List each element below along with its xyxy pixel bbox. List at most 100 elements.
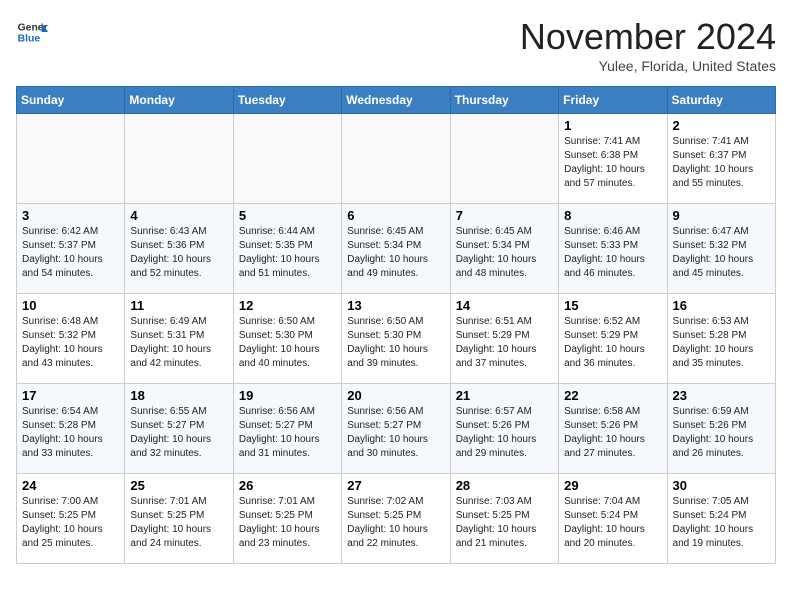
- calendar-cell: 2 Sunrise: 7:41 AM Sunset: 6:37 PM Daylig…: [667, 114, 775, 204]
- calendar-cell: [125, 114, 233, 204]
- calendar-table: SundayMondayTuesdayWednesdayThursdayFrid…: [16, 86, 776, 564]
- week-row-2: 3 Sunrise: 6:42 AM Sunset: 5:37 PM Daylig…: [17, 204, 776, 294]
- calendar-cell: 25 Sunrise: 7:01 AM Sunset: 5:25 PM Dayli…: [125, 474, 233, 564]
- cell-info: Sunrise: 6:57 AM Sunset: 5:26 PM Dayligh…: [456, 405, 553, 461]
- cell-info: Sunrise: 6:48 AM Sunset: 5:32 PM Dayligh…: [22, 315, 119, 371]
- calendar-cell: 26 Sunrise: 7:01 AM Sunset: 5:25 PM Dayli…: [233, 474, 341, 564]
- col-header-sunday: Sunday: [17, 87, 125, 114]
- cell-info: Sunrise: 6:52 AM Sunset: 5:29 PM Dayligh…: [564, 315, 661, 371]
- calendar-cell: [450, 114, 558, 204]
- day-number: 5: [239, 208, 336, 223]
- cell-info: Sunrise: 6:49 AM Sunset: 5:31 PM Dayligh…: [130, 315, 227, 371]
- day-number: 20: [347, 388, 444, 403]
- calendar-cell: 3 Sunrise: 6:42 AM Sunset: 5:37 PM Daylig…: [17, 204, 125, 294]
- day-number: 7: [456, 208, 553, 223]
- calendar-cell: 4 Sunrise: 6:43 AM Sunset: 5:36 PM Daylig…: [125, 204, 233, 294]
- calendar-cell: 30 Sunrise: 7:05 AM Sunset: 5:24 PM Dayli…: [667, 474, 775, 564]
- day-number: 18: [130, 388, 227, 403]
- calendar-cell: 13Sunrise: 6:50 AM Sunset: 5:30 PM Dayli…: [342, 294, 450, 384]
- cell-info: Sunrise: 7:04 AM Sunset: 5:24 PM Dayligh…: [564, 495, 661, 551]
- week-row-3: 10 Sunrise: 6:48 AM Sunset: 5:32 PM Dayli…: [17, 294, 776, 384]
- day-number: 21: [456, 388, 553, 403]
- week-row-1: 1Sunrise: 7:41 AM Sunset: 6:38 PM Daylig…: [17, 114, 776, 204]
- cell-info: Sunrise: 6:50 AM Sunset: 5:30 PM Dayligh…: [239, 315, 336, 371]
- day-number: 3: [22, 208, 119, 223]
- week-row-5: 24 Sunrise: 7:00 AM Sunset: 5:25 PM Dayli…: [17, 474, 776, 564]
- cell-info: Sunrise: 6:45 AM Sunset: 5:34 PM Dayligh…: [347, 225, 444, 281]
- calendar-cell: 20 Sunrise: 6:56 AM Sunset: 5:27 PM Dayli…: [342, 384, 450, 474]
- cell-info: Sunrise: 7:01 AM Sunset: 5:25 PM Dayligh…: [130, 495, 227, 551]
- day-number: 17: [22, 388, 119, 403]
- calendar-cell: 21 Sunrise: 6:57 AM Sunset: 5:26 PM Dayli…: [450, 384, 558, 474]
- day-number: 28: [456, 478, 553, 493]
- cell-info: Sunrise: 6:51 AM Sunset: 5:29 PM Dayligh…: [456, 315, 553, 371]
- day-number: 22: [564, 388, 661, 403]
- cell-info: Sunrise: 7:00 AM Sunset: 5:25 PM Dayligh…: [22, 495, 119, 551]
- calendar-cell: 14 Sunrise: 6:51 AM Sunset: 5:29 PM Dayli…: [450, 294, 558, 384]
- day-number: 16: [673, 298, 770, 313]
- col-header-monday: Monday: [125, 87, 233, 114]
- day-number: 26: [239, 478, 336, 493]
- cell-info: Sunrise: 7:03 AM Sunset: 5:25 PM Dayligh…: [456, 495, 553, 551]
- calendar-cell: [233, 114, 341, 204]
- calendar-cell: 6 Sunrise: 6:45 AM Sunset: 5:34 PM Daylig…: [342, 204, 450, 294]
- calendar-cell: 5 Sunrise: 6:44 AM Sunset: 5:35 PM Daylig…: [233, 204, 341, 294]
- cell-info: Sunrise: 6:56 AM Sunset: 5:27 PM Dayligh…: [347, 405, 444, 461]
- day-number: 8: [564, 208, 661, 223]
- calendar-cell: 10 Sunrise: 6:48 AM Sunset: 5:32 PM Dayli…: [17, 294, 125, 384]
- calendar-cell: 11 Sunrise: 6:49 AM Sunset: 5:31 PM Dayli…: [125, 294, 233, 384]
- day-number: 19: [239, 388, 336, 403]
- calendar-cell: 1Sunrise: 7:41 AM Sunset: 6:38 PM Daylig…: [559, 114, 667, 204]
- day-number: 2: [673, 118, 770, 133]
- calendar-cell: 9Sunrise: 6:47 AM Sunset: 5:32 PM Daylig…: [667, 204, 775, 294]
- day-number: 4: [130, 208, 227, 223]
- day-number: 30: [673, 478, 770, 493]
- header-row: SundayMondayTuesdayWednesdayThursdayFrid…: [17, 87, 776, 114]
- cell-info: Sunrise: 6:45 AM Sunset: 5:34 PM Dayligh…: [456, 225, 553, 281]
- calendar-cell: 15 Sunrise: 6:52 AM Sunset: 5:29 PM Dayli…: [559, 294, 667, 384]
- svg-text:Blue: Blue: [18, 34, 41, 45]
- col-header-thursday: Thursday: [450, 87, 558, 114]
- month-title: November 2024: [520, 16, 776, 58]
- cell-info: Sunrise: 6:43 AM Sunset: 5:36 PM Dayligh…: [130, 225, 227, 281]
- day-number: 10: [22, 298, 119, 313]
- cell-info: Sunrise: 7:02 AM Sunset: 5:25 PM Dayligh…: [347, 495, 444, 551]
- cell-info: Sunrise: 6:56 AM Sunset: 5:27 PM Dayligh…: [239, 405, 336, 461]
- cell-info: Sunrise: 6:46 AM Sunset: 5:33 PM Dayligh…: [564, 225, 661, 281]
- calendar-cell: 8 Sunrise: 6:46 AM Sunset: 5:33 PM Daylig…: [559, 204, 667, 294]
- col-header-wednesday: Wednesday: [342, 87, 450, 114]
- col-header-tuesday: Tuesday: [233, 87, 341, 114]
- calendar-cell: 23Sunrise: 6:59 AM Sunset: 5:26 PM Dayli…: [667, 384, 775, 474]
- cell-info: Sunrise: 7:41 AM Sunset: 6:37 PM Dayligh…: [673, 135, 770, 191]
- calendar-cell: [342, 114, 450, 204]
- cell-info: Sunrise: 6:58 AM Sunset: 5:26 PM Dayligh…: [564, 405, 661, 461]
- calendar-cell: 16Sunrise: 6:53 AM Sunset: 5:28 PM Dayli…: [667, 294, 775, 384]
- cell-info: Sunrise: 6:55 AM Sunset: 5:27 PM Dayligh…: [130, 405, 227, 461]
- location: Yulee, Florida, United States: [520, 58, 776, 74]
- day-number: 24: [22, 478, 119, 493]
- cell-info: Sunrise: 6:42 AM Sunset: 5:37 PM Dayligh…: [22, 225, 119, 281]
- logo: General Blue: [16, 16, 48, 48]
- calendar-cell: 22 Sunrise: 6:58 AM Sunset: 5:26 PM Dayli…: [559, 384, 667, 474]
- cell-info: Sunrise: 6:59 AM Sunset: 5:26 PM Dayligh…: [673, 405, 770, 461]
- day-number: 11: [130, 298, 227, 313]
- calendar-cell: [17, 114, 125, 204]
- day-number: 9: [673, 208, 770, 223]
- day-number: 25: [130, 478, 227, 493]
- calendar-cell: 19 Sunrise: 6:56 AM Sunset: 5:27 PM Dayli…: [233, 384, 341, 474]
- day-number: 14: [456, 298, 553, 313]
- cell-info: Sunrise: 7:05 AM Sunset: 5:24 PM Dayligh…: [673, 495, 770, 551]
- cell-info: Sunrise: 6:54 AM Sunset: 5:28 PM Dayligh…: [22, 405, 119, 461]
- calendar-cell: 18 Sunrise: 6:55 AM Sunset: 5:27 PM Dayli…: [125, 384, 233, 474]
- day-number: 15: [564, 298, 661, 313]
- calendar-cell: 28 Sunrise: 7:03 AM Sunset: 5:25 PM Dayli…: [450, 474, 558, 564]
- cell-info: Sunrise: 7:01 AM Sunset: 5:25 PM Dayligh…: [239, 495, 336, 551]
- week-row-4: 17 Sunrise: 6:54 AM Sunset: 5:28 PM Dayli…: [17, 384, 776, 474]
- day-number: 12: [239, 298, 336, 313]
- title-block: November 2024 Yulee, Florida, United Sta…: [520, 16, 776, 74]
- calendar-cell: 24 Sunrise: 7:00 AM Sunset: 5:25 PM Dayli…: [17, 474, 125, 564]
- col-header-friday: Friday: [559, 87, 667, 114]
- calendar-cell: 12 Sunrise: 6:50 AM Sunset: 5:30 PM Dayli…: [233, 294, 341, 384]
- cell-info: Sunrise: 6:44 AM Sunset: 5:35 PM Dayligh…: [239, 225, 336, 281]
- day-number: 6: [347, 208, 444, 223]
